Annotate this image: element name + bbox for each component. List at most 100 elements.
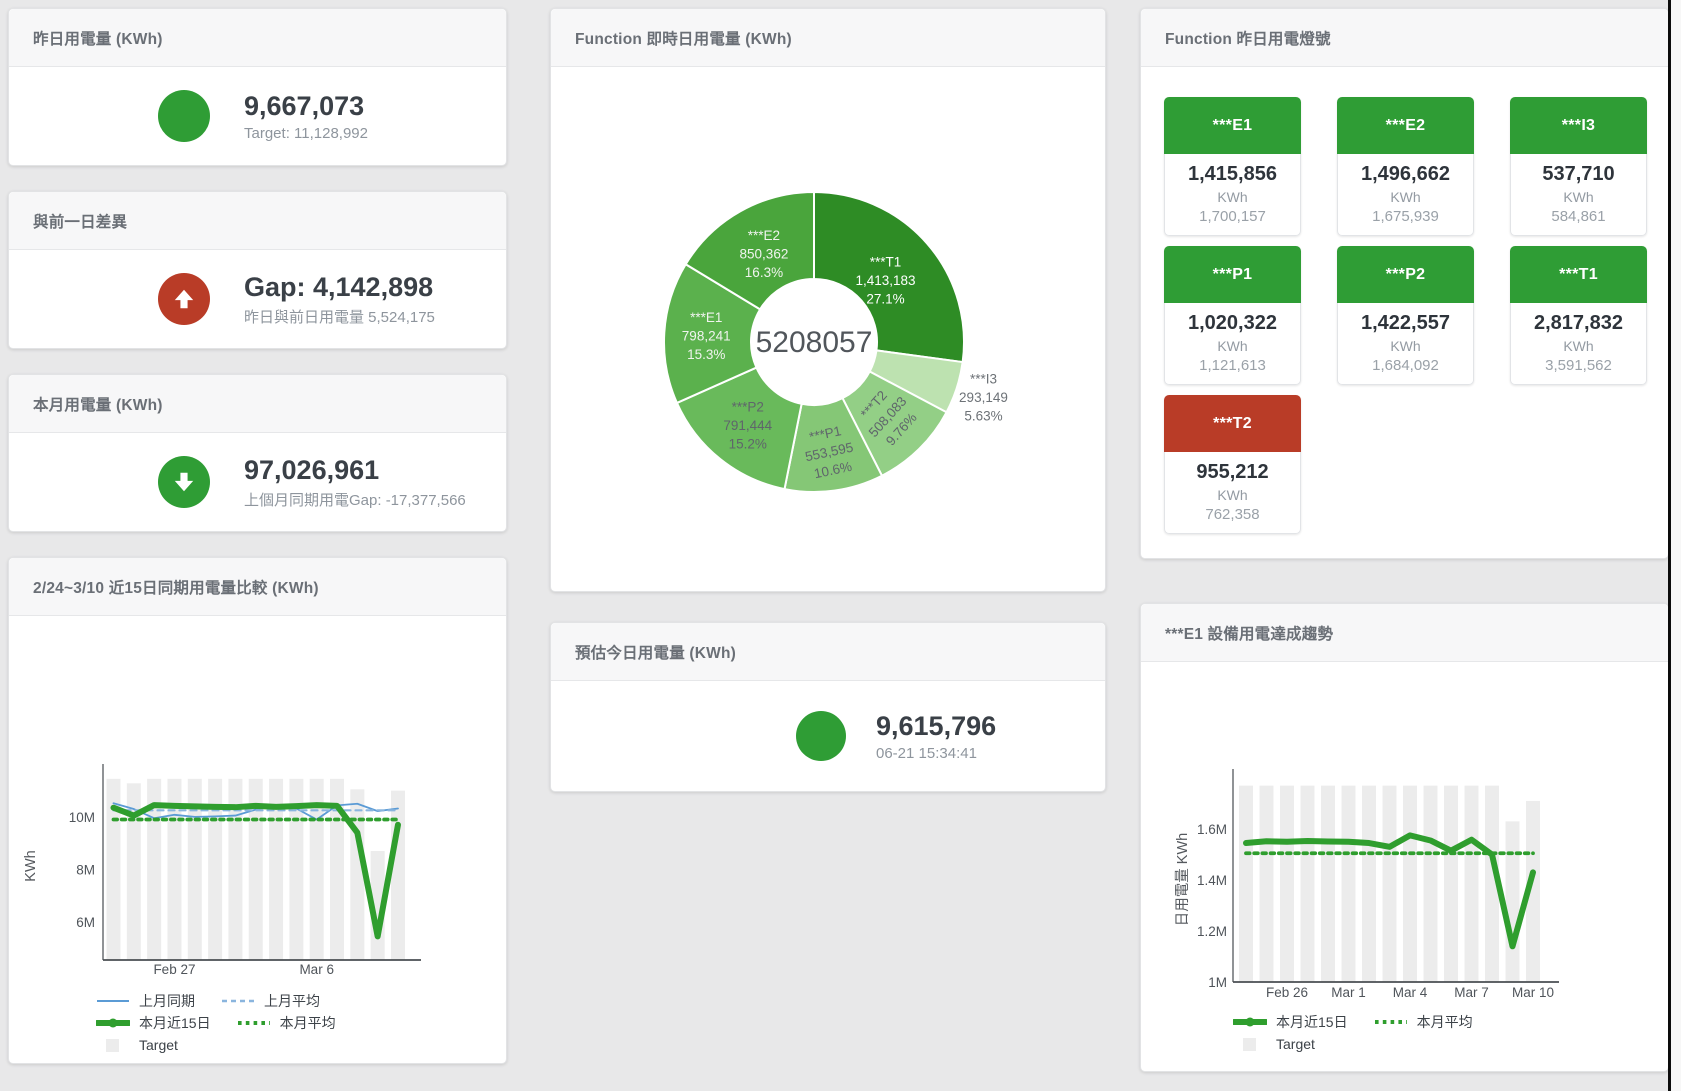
tile-unit: KWh xyxy=(1511,338,1646,354)
target-bar xyxy=(1301,786,1315,982)
square-legend-swatch xyxy=(1233,1036,1267,1052)
target-bar xyxy=(1383,786,1397,982)
trend-chart-legend: 本月近15日 本月平均 Target xyxy=(1141,1012,1499,1056)
legend-item[interactable]: 上月同期 xyxy=(96,991,195,1011)
panel-title[interactable]: 昨日用電量 (KWh) xyxy=(9,9,506,67)
x-tick-label: Mar 7 xyxy=(1454,985,1489,1000)
x-tick-label: Mar 10 xyxy=(1512,985,1554,1000)
arrow-down-circle-icon xyxy=(158,456,210,508)
tile-target: 1,700,157 xyxy=(1165,208,1300,225)
thick-legend-swatch xyxy=(96,1015,130,1031)
legend-item[interactable]: 上月平均 xyxy=(221,991,320,1011)
panel-title[interactable]: 與前一日差異 xyxy=(9,192,506,250)
legend-label: 本月近15日 xyxy=(139,1013,211,1033)
panel-day-gap: 與前一日差異 Gap: 4,142,898 昨日與前日用電量 5,524,175 xyxy=(8,191,507,349)
tile-value: 2,817,832 xyxy=(1511,312,1646,335)
target-bar xyxy=(1506,821,1520,982)
tile-target: 762,358 xyxy=(1165,506,1300,523)
target-bar xyxy=(1424,786,1438,982)
target-bar xyxy=(1239,786,1253,982)
panel-compare-15day-chart: 2/24~3/10 近15日同期用電量比較 (KWh) 10M8M6MFeb 2… xyxy=(8,557,507,1064)
dotted-legend-swatch xyxy=(237,1015,271,1031)
target-bar xyxy=(1342,786,1356,982)
status-tile: ***T2955,212KWh762,358 xyxy=(1164,395,1301,534)
tile-target: 3,591,562 xyxy=(1511,357,1646,374)
legend-item[interactable]: Target xyxy=(1233,1036,1315,1052)
legend-label: Target xyxy=(139,1037,178,1053)
status-circle-icon xyxy=(796,711,846,761)
legend-item[interactable]: Target xyxy=(96,1037,178,1053)
panel-title[interactable]: ***E1 設備用電達成趨勢 xyxy=(1141,604,1668,662)
stat-subtext: 昨日與前日用電量 5,524,175 xyxy=(244,306,435,327)
status-tile: ***E21,496,662KWh1,675,939 xyxy=(1337,97,1474,236)
tile-value: 1,020,322 xyxy=(1165,312,1300,335)
x-tick-label: Mar 4 xyxy=(1393,985,1428,1000)
stat-value: 9,667,073 xyxy=(244,90,368,122)
x-tick-label: Mar 1 xyxy=(1331,985,1366,1000)
y-axis-label: 日用電量 KWh xyxy=(1175,833,1191,926)
tile-label: ***T2 xyxy=(1164,395,1301,452)
target-bar xyxy=(1465,786,1479,982)
target-bar xyxy=(1403,786,1417,982)
tile-label: ***P1 xyxy=(1164,246,1301,303)
panel-title[interactable]: Function 即時日用電量 (KWh) xyxy=(551,9,1105,67)
arrow-up-circle-icon xyxy=(158,273,210,325)
legend-item[interactable]: 本月近15日 xyxy=(96,1013,211,1033)
y-axis-label: KWh xyxy=(23,850,39,881)
legend-label: Target xyxy=(1276,1036,1315,1052)
stat-value: 97,026,961 xyxy=(244,454,466,486)
tile-label: ***T1 xyxy=(1510,246,1647,303)
tile-target: 584,861 xyxy=(1511,208,1646,225)
dashed-legend-swatch xyxy=(221,993,255,1009)
compare-chart-legend: 上月同期 上月平均本月近15日 本月平均 Target xyxy=(9,991,362,1057)
legend-item[interactable]: 本月近15日 xyxy=(1233,1012,1348,1032)
y-tick-label: 1M xyxy=(1208,975,1227,990)
status-tile: ***I3537,710KWh584,861 xyxy=(1510,97,1647,236)
tile-value: 955,212 xyxy=(1165,461,1300,484)
panel-realtime-donut: Function 即時日用電量 (KWh) ***T11,413,18327.1… xyxy=(550,8,1106,592)
legend-label: 上月同期 xyxy=(139,991,195,1011)
stat-value: 9,615,796 xyxy=(876,710,996,742)
legend-item[interactable]: 本月平均 xyxy=(237,1013,336,1033)
legend-item[interactable]: 本月平均 xyxy=(1374,1012,1473,1032)
panel-title[interactable]: 2/24~3/10 近15日同期用電量比較 (KWh) xyxy=(9,558,506,616)
status-tile: ***E11,415,856KWh1,700,157 xyxy=(1164,97,1301,236)
tile-label: ***I3 xyxy=(1510,97,1647,154)
panel-month-usage: 本月用電量 (KWh) 97,026,961 上個月同期用電Gap: -17,3… xyxy=(8,374,507,532)
x-tick-label: Feb 27 xyxy=(153,962,195,977)
tile-value: 1,496,662 xyxy=(1338,163,1473,186)
compare-line-chart: 10M8M6MFeb 27Mar 6KWh xyxy=(9,616,506,991)
tile-value: 1,422,557 xyxy=(1338,312,1473,335)
stat-subtext: 上個月同期用電Gap: -17,377,566 xyxy=(244,489,466,510)
legend-label: 本月平均 xyxy=(1417,1012,1473,1032)
target-bar xyxy=(1280,786,1294,982)
square-legend-swatch xyxy=(96,1037,130,1053)
donut-center-total: 5208057 xyxy=(756,326,873,359)
donut-chart: ***T11,413,18327.1%***I3293,1495.63%***T… xyxy=(551,67,1105,591)
y-tick-label: 1.6M xyxy=(1197,822,1227,837)
x-tick-label: Mar 6 xyxy=(299,962,334,977)
target-bar xyxy=(350,789,364,960)
scrollbar[interactable] xyxy=(1668,0,1681,1091)
tile-label: ***E1 xyxy=(1164,97,1301,154)
target-bar xyxy=(1260,786,1274,982)
tile-unit: KWh xyxy=(1511,189,1646,205)
legend-label: 本月近15日 xyxy=(1276,1012,1348,1032)
status-tile: ***T1 2,817,832 KWh 3,591,562 xyxy=(1510,246,1647,385)
tile-target: 1,684,092 xyxy=(1338,357,1473,374)
status-tile: ***P21,422,557KWh1,684,092 xyxy=(1337,246,1474,385)
tile-target: 1,121,613 xyxy=(1165,357,1300,374)
panel-title[interactable]: Function 昨日用電燈號 xyxy=(1141,9,1668,67)
tile-unit: KWh xyxy=(1338,338,1473,354)
y-tick-label: 1.4M xyxy=(1197,873,1227,888)
y-tick-label: 1.2M xyxy=(1197,924,1227,939)
x-tick-label: Feb 26 xyxy=(1266,985,1308,1000)
target-bar xyxy=(1444,786,1458,982)
panel-title[interactable]: 預估今日用電量 (KWh) xyxy=(551,623,1105,681)
tile-unit: KWh xyxy=(1338,189,1473,205)
status-tile: ***P11,020,322KWh1,121,613 xyxy=(1164,246,1301,385)
panel-e1-trend-chart: ***E1 設備用電達成趨勢 1.6M 1.4M 1.2M 1M Feb 26 Mar 1… xyxy=(1140,603,1669,1072)
panel-title[interactable]: 本月用電量 (KWh) xyxy=(9,375,506,433)
tile-value: 1,415,856 xyxy=(1165,163,1300,186)
solid-legend-swatch xyxy=(96,993,130,1009)
